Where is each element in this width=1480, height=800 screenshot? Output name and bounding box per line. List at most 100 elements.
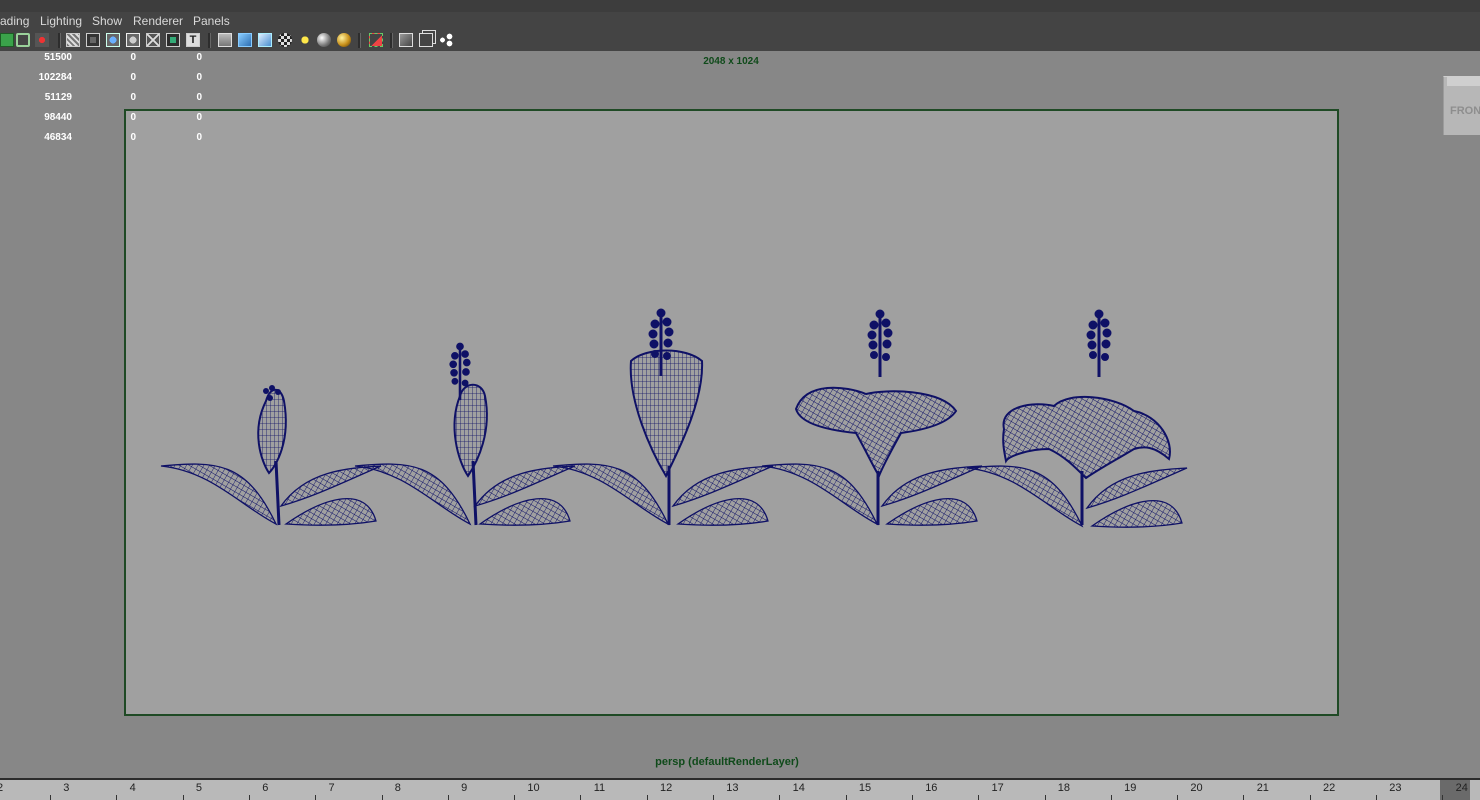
- checker-icon[interactable]: [278, 33, 292, 47]
- menu-lighting[interactable]: Lighting: [40, 14, 82, 28]
- timeline-tick-mark: [315, 795, 317, 800]
- sphere-icon[interactable]: [317, 33, 331, 47]
- timeline-tick-label: 12: [660, 782, 673, 794]
- timeline-tick-label: 7: [328, 782, 335, 794]
- hud-row: 51129 0 0: [0, 91, 220, 105]
- timeline-tick-label: 14: [792, 782, 805, 794]
- hud-value: 0: [130, 92, 136, 103]
- timeline-tick-label: 18: [1057, 782, 1071, 794]
- menu-panels[interactable]: Panels: [193, 14, 230, 28]
- timeline-tick-label: 19: [1124, 782, 1137, 794]
- timeline-tick-label: 24: [1455, 782, 1468, 794]
- hud-value: 0: [130, 112, 136, 123]
- timeline-tick-mark: [713, 795, 714, 800]
- plant-bud-2: [354, 342, 576, 526]
- plant-open-4: [761, 309, 983, 526]
- panel-menu-bar: ading Lighting Show Renderer Panels: [0, 12, 1480, 30]
- menu-shading[interactable]: ading: [0, 14, 29, 28]
- timeline-tick-mark: [911, 795, 913, 800]
- timeline-tick-mark: [1044, 795, 1046, 800]
- timeline-tick-label: 5: [195, 782, 203, 794]
- hud-row: 98440 0 0: [0, 111, 220, 125]
- hud-value: 0: [196, 132, 202, 143]
- timeline-tick-mark: [248, 795, 250, 800]
- hud-row: 102284 0 0: [0, 71, 220, 85]
- text-icon[interactable]: T: [186, 33, 200, 47]
- shaded-cube-icon[interactable]: [238, 33, 252, 47]
- hud-value: 0: [196, 112, 202, 123]
- timeline-tick-label: 17: [991, 782, 1004, 794]
- toolbar-separator: [58, 33, 61, 48]
- time-slider[interactable]: 2 3 4 5 6 7 8 9 10 11 12 13 14 15 16 17 18 19 20 21 22 23 24: [0, 778, 1480, 800]
- timeline-tick-label: 21: [1256, 782, 1269, 794]
- timeline-tick-mark: [447, 795, 449, 800]
- hud-value: 46834: [44, 132, 72, 143]
- toolbar-separator: [358, 33, 361, 48]
- view-cube-top[interactable]: [1447, 76, 1480, 86]
- select-icon[interactable]: [0, 33, 14, 47]
- paint-icon[interactable]: [35, 33, 49, 47]
- timeline-tick-mark: [1243, 795, 1245, 800]
- timeline-tick-label: 8: [394, 782, 401, 794]
- timeline-tick-label: 11: [593, 782, 606, 794]
- timeline-tick-label: 16: [925, 782, 938, 794]
- cube-icon[interactable]: [399, 33, 413, 47]
- timeline-tick-label: 22: [1323, 782, 1336, 794]
- timeline-tick-mark: [845, 795, 847, 800]
- camera-label: persp (defaultRenderLayer): [655, 756, 799, 768]
- timeline-tick-label: 3: [63, 782, 70, 794]
- hud-row: 46834 0 0: [0, 131, 220, 145]
- camera-cube-icon[interactable]: [218, 33, 232, 47]
- timeline-tick-mark: [116, 795, 118, 800]
- timeline-tick-label: 2: [0, 782, 4, 794]
- gold-sphere-icon[interactable]: [337, 33, 351, 47]
- menu-renderer[interactable]: Renderer: [133, 14, 183, 28]
- hud-value: 0: [196, 92, 202, 103]
- timeline-tick-label: 9: [461, 782, 468, 794]
- menu-show[interactable]: Show: [92, 14, 122, 28]
- xray-icon[interactable]: [146, 33, 160, 47]
- timeline-tick-mark: [1376, 795, 1377, 800]
- isolate-select-icon[interactable]: [369, 33, 383, 47]
- timeline-tick-mark: [1309, 795, 1311, 800]
- hud-value: 0: [130, 132, 136, 143]
- timeline-tick-mark: [182, 795, 184, 800]
- film-gate-icon[interactable]: [86, 33, 100, 47]
- view-cube-label: FRONT: [1450, 105, 1480, 117]
- light-icon[interactable]: [298, 33, 312, 47]
- smooth-shade-icon[interactable]: [106, 33, 120, 47]
- plant-opening-3: [552, 308, 774, 526]
- duplicate-icon[interactable]: [419, 33, 433, 47]
- hud-value: 102284: [38, 72, 72, 83]
- plant-open-5: [966, 309, 1188, 528]
- hud-value: 0: [196, 72, 202, 83]
- timeline-tick-label: 13: [726, 782, 739, 794]
- smooth-wire-icon[interactable]: [126, 33, 140, 47]
- timeline-tick-mark: [779, 795, 781, 800]
- hud-value: 0: [130, 72, 136, 83]
- timeline-tick-mark: [1442, 795, 1444, 800]
- timeline-tick-label: 20: [1190, 782, 1203, 794]
- wireframe-icon[interactable]: [66, 33, 80, 47]
- timeline-tick-label: 15: [858, 782, 872, 794]
- lasso-icon[interactable]: [16, 33, 30, 47]
- timeline-tick-label: 23: [1389, 782, 1402, 794]
- panel-toolbar: T: [0, 30, 1480, 52]
- timeline-tick-label: 6: [262, 782, 269, 794]
- hud-value: 98440: [44, 112, 72, 123]
- timeline-tick-mark: [646, 795, 648, 800]
- timeline-tick-mark: [1110, 795, 1112, 800]
- resolution-label: 2048 x 1024: [703, 56, 759, 67]
- toolbar-separator: [208, 33, 211, 48]
- cube-box-icon[interactable]: [258, 33, 272, 47]
- timeline-tick-mark: [978, 795, 980, 800]
- hud-value: 51129: [44, 92, 72, 103]
- toolbar-separator: [390, 33, 393, 48]
- node-icon[interactable]: [439, 33, 453, 47]
- timeline-tick-label: 10: [527, 782, 540, 794]
- timeline-tick-mark: [580, 795, 582, 800]
- timeline-tick-mark: [1177, 795, 1179, 800]
- hibiscus-wireframe-scene: [160, 308, 1188, 528]
- textured-icon[interactable]: [166, 33, 180, 47]
- resolution-gate: [124, 109, 1339, 716]
